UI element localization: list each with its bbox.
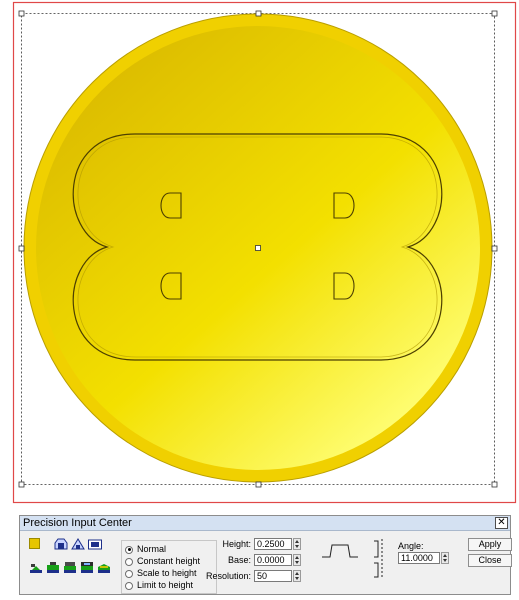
stack-5-icon[interactable] (97, 561, 111, 574)
mode-limit-to-height-label: Limit to height (137, 580, 194, 590)
apply-button[interactable]: Apply (468, 538, 512, 551)
base-spinner[interactable] (293, 554, 301, 566)
mode-scale-to-height[interactable]: Scale to height (125, 568, 197, 579)
side-profile-preview (374, 539, 383, 579)
close-icon[interactable]: ✕ (495, 517, 508, 529)
precision-input-panel: Precision Input Center ✕ Normal Constant… (19, 515, 512, 595)
mode-constant-height[interactable]: Constant height (125, 556, 200, 567)
bevel-flat-icon[interactable] (54, 537, 68, 550)
mode-normal[interactable]: Normal (125, 544, 166, 555)
stack-3-icon[interactable] (63, 561, 77, 574)
design-canvas[interactable] (0, 0, 519, 510)
radio-limit-to-height[interactable] (125, 581, 133, 590)
stack-2-icon[interactable] (46, 561, 60, 574)
stack-1-icon[interactable] (29, 561, 43, 574)
center-handle-icon[interactable] (255, 245, 261, 251)
close-button[interactable]: Close (468, 554, 512, 567)
mode-normal-label: Normal (137, 544, 167, 554)
base-label: Base: (227, 555, 251, 565)
radio-constant-height[interactable] (125, 557, 133, 566)
canvas-drawing[interactable] (0, 0, 519, 510)
height-field[interactable]: 0.2500 (254, 538, 292, 550)
radio-normal[interactable] (125, 545, 133, 554)
resolution-spinner[interactable] (293, 570, 301, 582)
panel-title-bar[interactable]: Precision Input Center ✕ (20, 516, 510, 531)
panel-title: Precision Input Center (23, 517, 132, 529)
resolution-field[interactable]: 50 (254, 570, 292, 582)
angle-spinner[interactable] (441, 552, 449, 564)
mode-scale-to-height-label: Scale to height (137, 568, 197, 578)
stack-4-icon[interactable] (80, 561, 94, 574)
resolution-label: Resolution: (205, 571, 251, 581)
bevel-round-icon[interactable] (71, 537, 85, 550)
bevel-angle-icon[interactable] (88, 537, 102, 550)
mode-constant-height-label: Constant height (137, 556, 201, 566)
angle-field[interactable]: 11.0000 (398, 552, 440, 564)
radio-scale-to-height[interactable] (125, 569, 133, 578)
mode-limit-to-height[interactable]: Limit to height (125, 580, 193, 591)
angle-label: Angle: (398, 541, 424, 551)
height-spinner[interactable] (293, 538, 301, 550)
base-field[interactable]: 0.0000 (254, 554, 292, 566)
bevel-profile-preview (322, 544, 358, 558)
color-swatch[interactable] (29, 538, 40, 549)
height-label: Height: (222, 539, 251, 549)
